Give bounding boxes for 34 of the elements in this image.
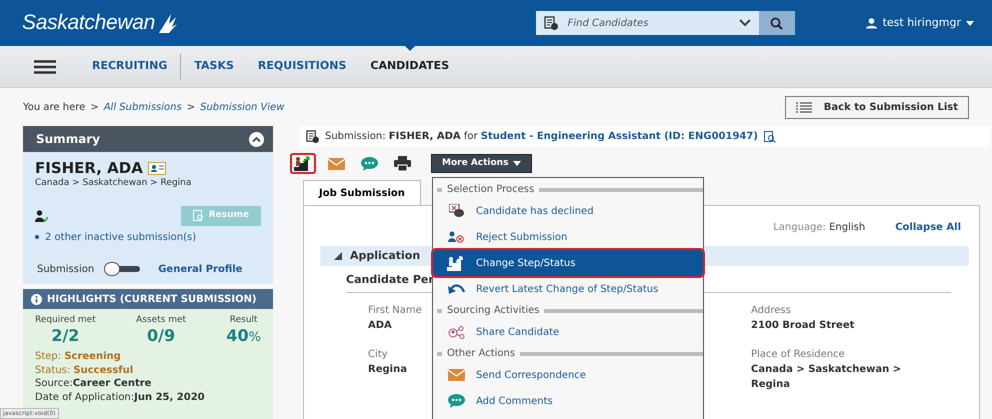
menu-group-label: Other Actions [447, 347, 516, 361]
breadcrumb-separator: > [186, 100, 196, 114]
field-label: First Name [368, 304, 422, 318]
section-title: HIGHLIGHTS (CURRENT SUBMISSION) [47, 292, 257, 306]
metric-value: 0/9 [146, 328, 176, 344]
submission-title: Submission: FISHER, ADA for Student - Engineering Assistant (ID: ENG001947) [325, 130, 758, 144]
section-title: Application [350, 248, 420, 264]
highlight-fact: Date of Application:Jun 25, 2020 [35, 390, 206, 404]
metric-label: Assets met [136, 314, 186, 327]
candidate-location: Canada > Saskatchewan > Regina [35, 176, 192, 190]
field-value: ADA [368, 318, 392, 332]
field-value: Canada > Saskatchewan > Regina [751, 362, 902, 392]
metric-label: Result [228, 314, 259, 327]
user-name: test hiringmgr [882, 14, 961, 31]
field-value: Regina [368, 362, 407, 376]
metric-value: 2/2 [50, 328, 80, 344]
metric-label: Required met [35, 314, 96, 327]
breadcrumb-label: You are here [23, 100, 86, 114]
panel-title: Summary [36, 131, 100, 148]
field-label: City [368, 348, 388, 362]
highlight-fact: Source:Career Centre [35, 377, 152, 391]
candidate-name: FISHER, ADA [35, 160, 143, 176]
metric-value: 40% [226, 328, 261, 344]
toggle-label: Submission [37, 262, 94, 276]
breadcrumb-separator: > [90, 100, 99, 114]
highlight-fact: Status: Successful [35, 364, 134, 378]
field-label: Place of Residence [751, 348, 845, 362]
field-label: Address [751, 304, 791, 318]
language-label: Language: English [773, 221, 866, 235]
menu-group-label: Sourcing Activities [447, 304, 540, 318]
field-value: 2100 Broad Street [751, 318, 854, 332]
toggle-label: General Profile [158, 262, 242, 276]
menu-group-label: Selection Process [447, 183, 534, 197]
highlight-fact: Step: Screening [35, 350, 122, 364]
